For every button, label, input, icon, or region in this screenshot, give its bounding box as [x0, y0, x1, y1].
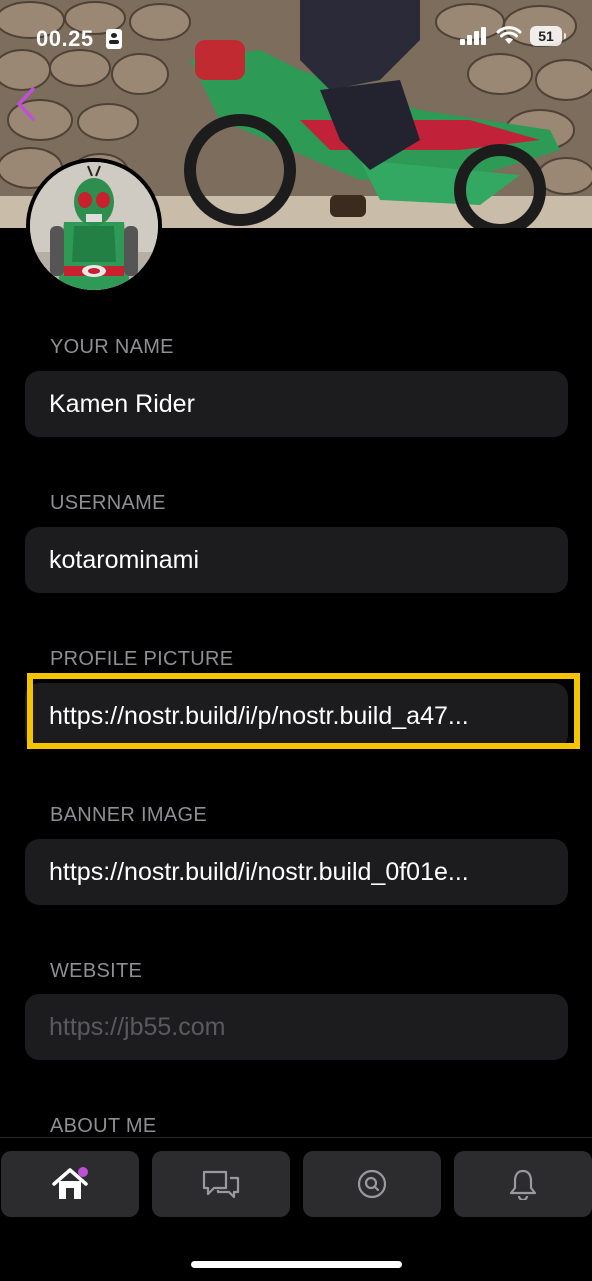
home-indicator[interactable] — [191, 1261, 402, 1268]
chevron-left-icon — [17, 87, 35, 121]
home-icon — [52, 1167, 88, 1199]
cellular-signal-icon — [460, 27, 486, 45]
tab-home[interactable] — [1, 1151, 139, 1217]
banner-image-label: BANNER IMAGE — [50, 804, 207, 826]
back-button[interactable] — [10, 84, 42, 124]
name-label: YOUR NAME — [50, 336, 174, 358]
website-label: WEBSITE — [50, 960, 143, 982]
website-input[interactable]: https://jb55.com — [25, 994, 568, 1060]
status-bar: 00.25 51 — [0, 0, 592, 76]
tab-bar — [0, 1137, 592, 1281]
profile-avatar[interactable] — [26, 158, 162, 294]
bell-icon — [509, 1169, 537, 1200]
profile-picture-value: https://nostr.build/i/p/nostr.build_a47.… — [49, 701, 469, 730]
status-time: 00.25 — [36, 26, 94, 51]
tab-messages[interactable] — [152, 1151, 290, 1217]
name-value: Kamen Rider — [49, 389, 195, 418]
search-icon — [357, 1169, 387, 1199]
name-input[interactable]: Kamen Rider — [25, 371, 568, 437]
banner-image-input[interactable]: https://nostr.build/i/nostr.build_0f01e.… — [25, 839, 568, 905]
profile-picture-input[interactable]: https://nostr.build/i/p/nostr.build_a47.… — [25, 683, 568, 749]
battery-icon: 51 — [530, 26, 566, 46]
tab-search[interactable] — [303, 1151, 441, 1217]
username-input[interactable]: kotarominami — [25, 527, 568, 593]
username-label: USERNAME — [50, 492, 166, 514]
chat-bubbles-icon — [202, 1170, 240, 1199]
username-value: kotarominami — [49, 545, 200, 574]
website-placeholder: https://jb55.com — [49, 1012, 226, 1041]
profile-picture-label: PROFILE PICTURE — [50, 648, 234, 670]
id-card-icon — [106, 29, 122, 49]
wifi-icon — [496, 26, 522, 44]
about-label: ABOUT ME — [50, 1115, 157, 1137]
tab-notifications[interactable] — [454, 1151, 592, 1217]
banner-image-value: https://nostr.build/i/nostr.build_0f01e.… — [49, 857, 469, 886]
